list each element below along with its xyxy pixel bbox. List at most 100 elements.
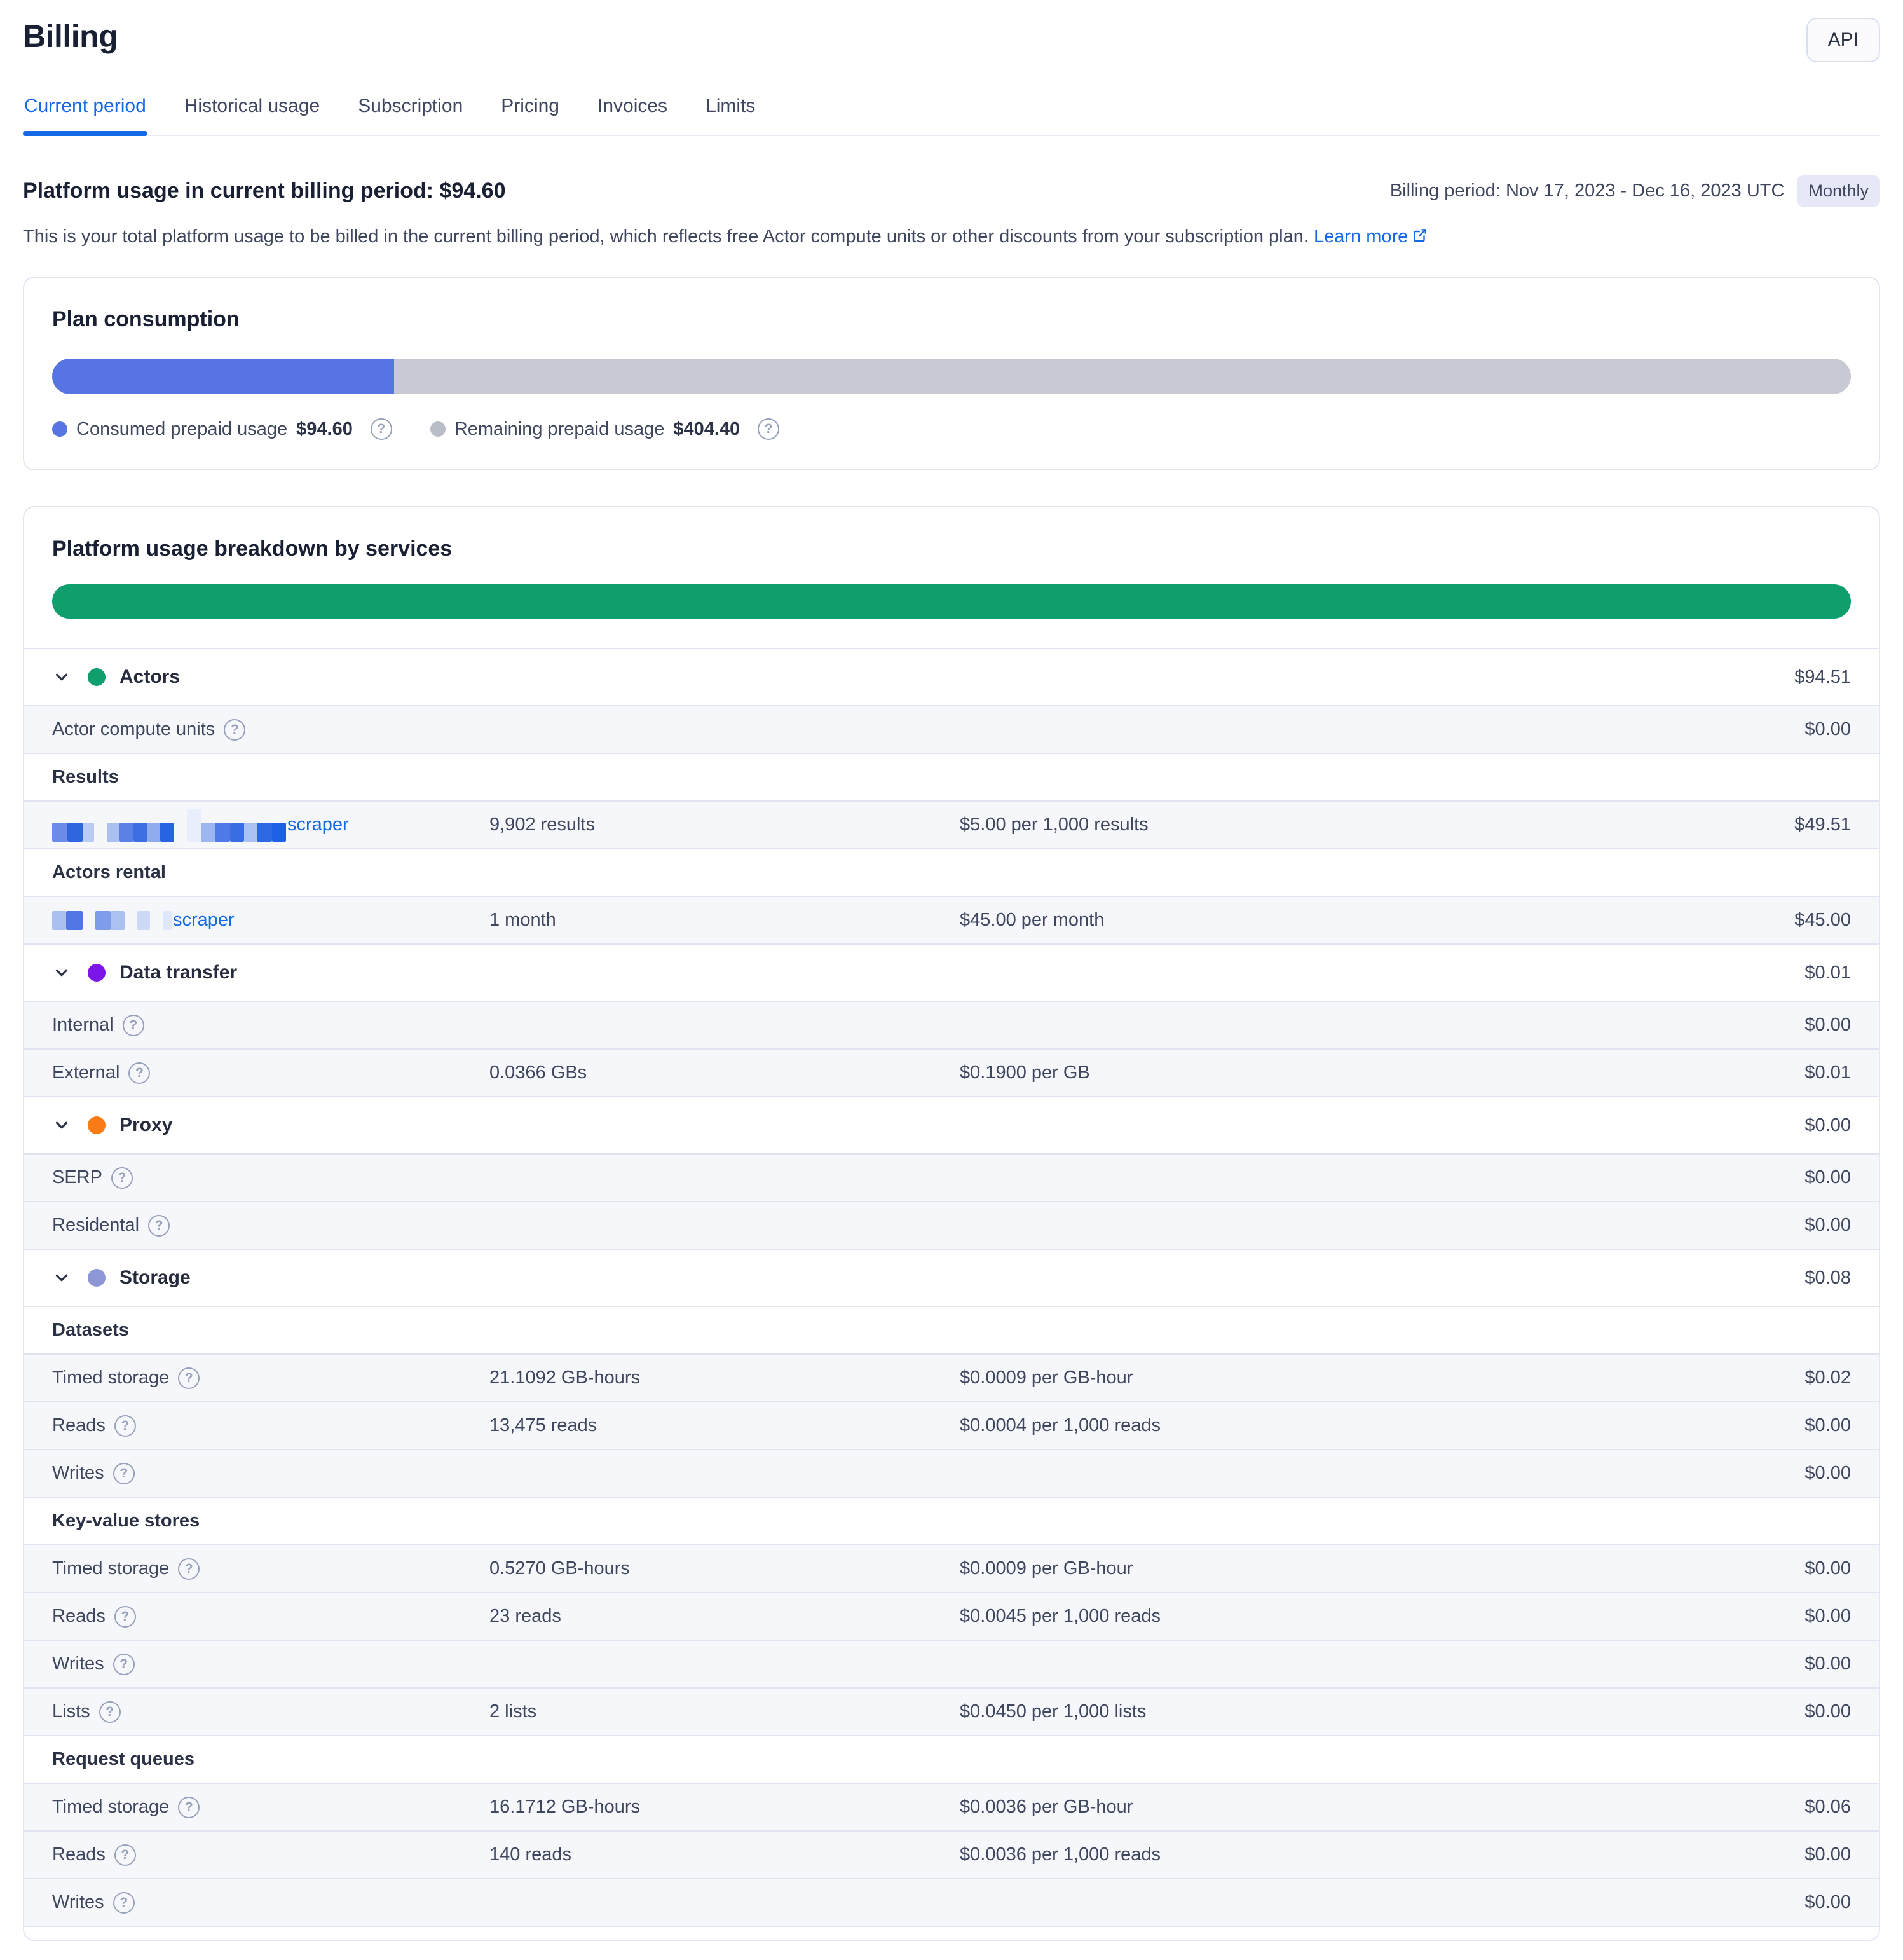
help-icon[interactable]: ?: [178, 1797, 200, 1818]
row-amount: $0.00: [1749, 1701, 1851, 1722]
help-icon[interactable]: ?: [178, 1558, 200, 1580]
remaining-value: $404.40: [673, 419, 740, 440]
help-icon[interactable]: ?: [224, 719, 245, 741]
usage-total-heading: Platform usage in current billing period…: [23, 179, 506, 203]
breakdown-title: Platform usage breakdown by services: [52, 537, 1851, 561]
help-icon[interactable]: ?: [148, 1215, 170, 1237]
help-icon[interactable]: ?: [128, 1062, 150, 1084]
row-quantity: 13,475 reads: [489, 1415, 960, 1436]
breakdown-stacked-bar: [52, 584, 1851, 619]
usage-description-text: This is your total platform usage to be …: [23, 226, 1309, 247]
row-amount: $0.00: [1749, 1167, 1851, 1188]
chevron-down-icon[interactable]: [52, 1268, 71, 1287]
section-row-data-transfer[interactable]: Data transfer $0.01: [24, 943, 1879, 1001]
table-row: scraper 1 month $45.00 per month $45.00: [24, 896, 1879, 943]
chevron-down-icon[interactable]: [52, 1116, 71, 1135]
row-amount: $0.01: [1749, 1062, 1851, 1083]
table-row: Residental? $0.00: [24, 1201, 1879, 1249]
row-unit-price: $0.0036 per GB-hour: [960, 1797, 1749, 1818]
row-label: External: [52, 1062, 119, 1083]
row-amount: $45.00: [1749, 910, 1851, 931]
tab-limits[interactable]: Limits: [704, 92, 756, 135]
api-button[interactable]: API: [1806, 18, 1880, 62]
section-label: Storage: [119, 1267, 191, 1289]
help-icon[interactable]: ?: [111, 1167, 133, 1189]
redacted-text: [52, 911, 172, 930]
section-amount: $94.51: [1749, 667, 1851, 688]
section-amount: $0.01: [1749, 963, 1851, 983]
row-label: SERP: [52, 1167, 102, 1188]
row-quantity: 1 month: [489, 910, 960, 931]
section-row-proxy[interactable]: Proxy $0.00: [24, 1096, 1879, 1153]
subsection-label: Datasets: [52, 1320, 129, 1341]
row-label: Timed storage: [52, 1797, 169, 1818]
row-unit-price: $0.0009 per GB-hour: [960, 1367, 1749, 1388]
subsection-label: Request queues: [52, 1749, 194, 1770]
usage-breakdown-card: Platform usage breakdown by services Act…: [23, 506, 1880, 1941]
table-row: Reads? 13,475 reads $0.0004 per 1,000 re…: [24, 1401, 1879, 1449]
row-amount: $0.00: [1749, 1015, 1851, 1036]
row-label: Timed storage: [52, 1558, 169, 1579]
plan-consumption-progressbar: [52, 359, 1851, 394]
table-row: SERP? $0.00: [24, 1153, 1879, 1201]
chevron-down-icon[interactable]: [52, 963, 71, 982]
row-amount: $0.00: [1749, 1558, 1851, 1579]
section-label: Data transfer: [119, 962, 237, 983]
subsection-row: Results: [24, 753, 1879, 800]
remaining-label: Remaining prepaid usage: [454, 419, 665, 440]
section-amount: $0.08: [1749, 1268, 1851, 1289]
row-unit-price: $0.1900 per GB: [960, 1062, 1749, 1083]
row-unit-price: $0.0036 per 1,000 reads: [960, 1844, 1749, 1865]
table-row: Actor compute units? $0.00: [24, 705, 1879, 753]
billing-period-text: Billing period: Nov 17, 2023 - Dec 16, 2…: [1390, 181, 1785, 202]
row-unit-price: $0.0009 per GB-hour: [960, 1558, 1749, 1579]
help-icon[interactable]: ?: [114, 1844, 136, 1866]
row-unit-price: $45.00 per month: [960, 910, 1749, 931]
actor-link[interactable]: scraper: [173, 910, 235, 931]
help-icon[interactable]: ?: [758, 418, 779, 440]
section-row-storage[interactable]: Storage $0.08: [24, 1249, 1879, 1306]
help-icon[interactable]: ?: [178, 1367, 200, 1389]
row-amount: $0.00: [1749, 1215, 1851, 1236]
tab-current-period[interactable]: Current period: [23, 92, 147, 135]
actor-link[interactable]: scraper: [287, 814, 349, 835]
chevron-down-icon[interactable]: [52, 668, 71, 687]
redacted-text: [52, 809, 286, 842]
card-footer: [24, 1926, 1879, 1940]
help-icon[interactable]: ?: [113, 1892, 135, 1914]
subsection-label: Actors rental: [52, 862, 166, 883]
remaining-dot-icon: [430, 421, 446, 437]
section-amount: $0.00: [1749, 1115, 1851, 1136]
row-quantity: 21.1092 GB-hours: [489, 1367, 960, 1388]
row-amount: $0.00: [1749, 719, 1851, 740]
row-label: Timed storage: [52, 1367, 169, 1388]
help-icon[interactable]: ?: [114, 1606, 136, 1628]
row-amount: $0.00: [1749, 1654, 1851, 1675]
row-amount: $0.00: [1749, 1844, 1851, 1865]
table-row: Timed storage? 21.1092 GB-hours $0.0009 …: [24, 1353, 1879, 1401]
tab-subscription[interactable]: Subscription: [357, 92, 464, 135]
help-icon[interactable]: ?: [114, 1415, 136, 1437]
help-icon[interactable]: ?: [123, 1015, 144, 1036]
tab-invoices[interactable]: Invoices: [596, 92, 669, 135]
row-quantity: 9,902 results: [489, 814, 960, 835]
help-icon[interactable]: ?: [113, 1463, 135, 1484]
help-icon[interactable]: ?: [99, 1701, 121, 1723]
plan-consumption-title: Plan consumption: [52, 307, 1851, 332]
row-label: Reads: [52, 1606, 106, 1627]
tab-pricing[interactable]: Pricing: [500, 92, 561, 135]
table-row: Lists? 2 lists $0.0450 per 1,000 lists $…: [24, 1687, 1879, 1735]
table-row: Reads? 140 reads $0.0036 per 1,000 reads…: [24, 1830, 1879, 1878]
learn-more-link[interactable]: Learn more: [1314, 226, 1428, 247]
billing-tabs: Current period Historical usage Subscrip…: [23, 92, 1880, 136]
tab-historical-usage[interactable]: Historical usage: [183, 92, 321, 135]
row-quantity: 23 reads: [489, 1606, 960, 1627]
row-quantity: 16.1712 GB-hours: [489, 1797, 960, 1818]
row-amount: $0.00: [1749, 1463, 1851, 1484]
subsection-row: Datasets: [24, 1306, 1879, 1353]
help-icon[interactable]: ?: [371, 418, 392, 440]
help-icon[interactable]: ?: [113, 1654, 135, 1675]
section-row-actors[interactable]: Actors $94.51: [24, 648, 1879, 705]
external-link-icon: [1412, 227, 1428, 243]
table-row: Writes? $0.00: [24, 1640, 1879, 1687]
